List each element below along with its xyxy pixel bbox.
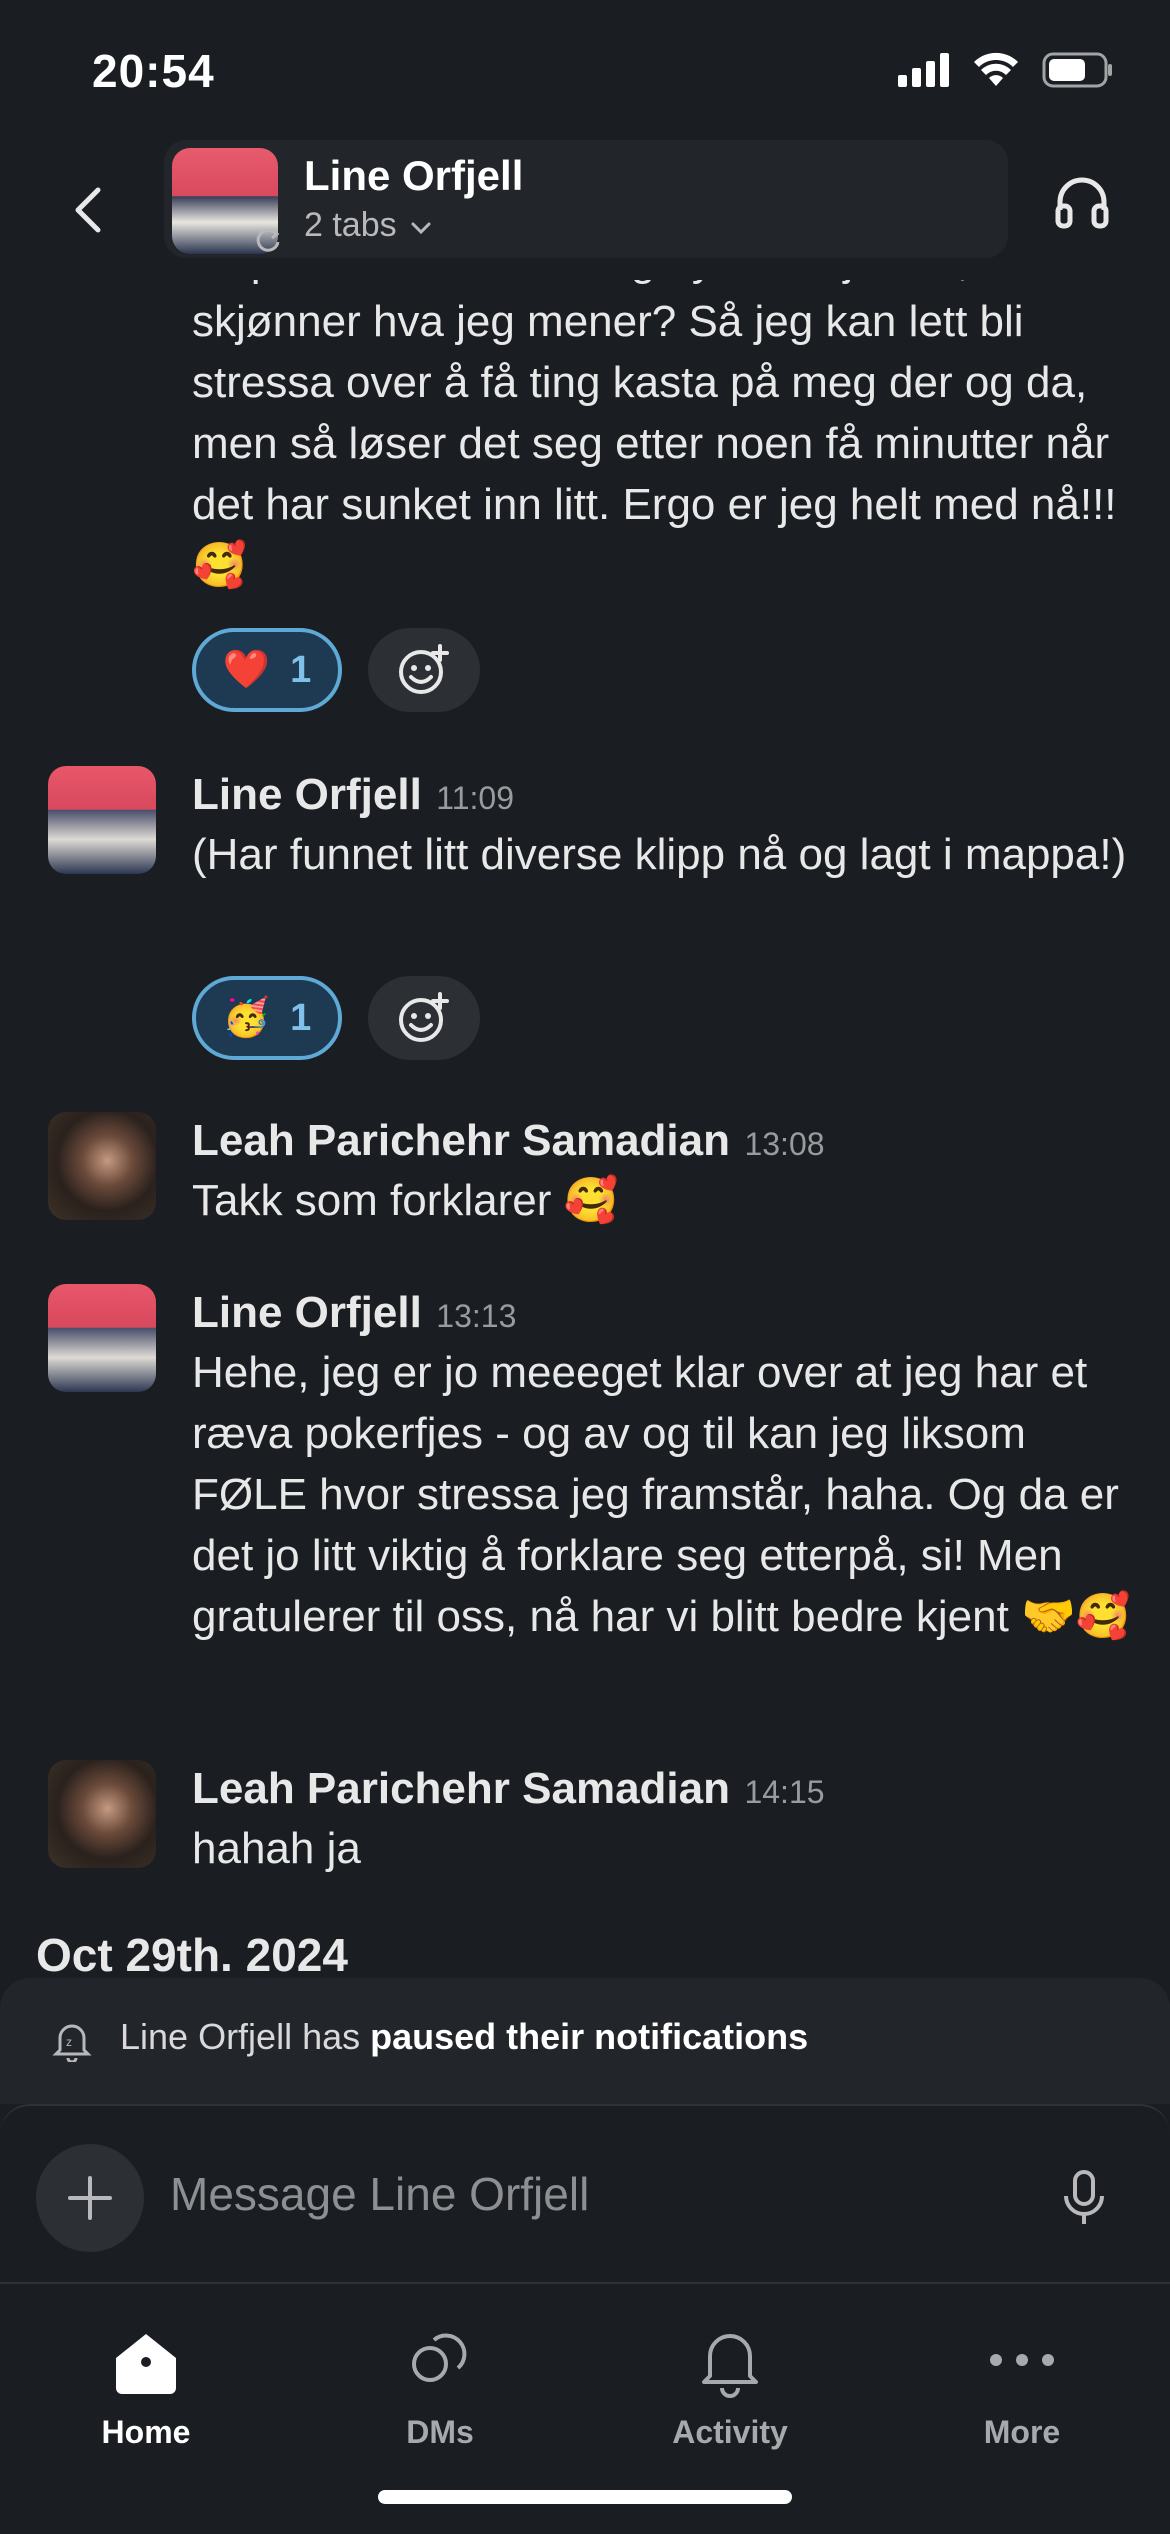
message-composer [0,2104,1170,2282]
tab-dms-label: DMs [406,2414,474,2450]
avatar[interactable] [48,1760,156,1868]
huddle-button[interactable] [1050,170,1114,234]
chat-bubbles-icon [412,2333,467,2382]
tab-dms[interactable]: DMs [330,2308,550,2458]
date-separator: Oct 29th. 2024 [36,1929,348,1981]
avatar[interactable] [48,1284,156,1392]
tab-home[interactable]: Home [36,2308,256,2458]
wifi-icon [974,52,1018,86]
reaction-count: 1 [290,996,312,1039]
plus-icon [68,2176,112,2220]
message-text: hahah ja [192,1824,361,1873]
message-timestamp: 13:13 [436,1298,517,1334]
reaction-emoji: ❤️ [222,649,271,691]
bell-icon [702,2334,758,2398]
message-author[interactable]: Line Orfjell [192,770,422,819]
message-timestamp: 11:09 [436,780,514,816]
avatar[interactable] [48,1112,156,1220]
reaction-count: 1 [290,648,312,691]
message-timestamp: 14:15 [744,1774,825,1810]
conversation-title: Line Orfjell [304,152,524,199]
tab-more[interactable]: More [912,2308,1132,2458]
attach-button[interactable] [36,2144,144,2252]
conversation-header: Line Orfjell 2 tabs [0,140,1170,280]
message-text: Takk som forklarer 🥰 [192,1176,619,1225]
status-icons [898,52,1114,88]
add-reaction-button[interactable] [368,976,480,1060]
voice-button[interactable] [1058,2168,1110,2228]
microphone-icon [1064,2170,1104,2224]
message-text: (Har funnet litt diverse klipp nå og lag… [192,830,1127,879]
tab-more-label: More [983,2414,1061,2450]
message-input[interactable] [168,2166,992,2222]
conversation-title-button[interactable]: Line Orfjell 2 tabs [164,140,1008,258]
message-timestamp: 13:08 [744,1126,825,1162]
message-author[interactable]: Line Orfjell [192,1288,422,1337]
add-emoji-icon [399,992,449,1042]
tab-activity-label: Activity [672,2414,788,2450]
back-button[interactable] [58,170,118,250]
more-dots-icon [990,2354,1054,2366]
sync-icon [256,228,280,252]
message-list[interactable]: tid på å "ta innover meg nye beskjeder",… [0,260,1170,1960]
paused-notifications-text: Line Orfjell has paused their notificati… [120,2016,808,2058]
signal-icon [898,53,949,87]
snooze-bell-icon: z [52,2024,92,2062]
status-time: 20:54 [92,45,215,97]
tab-activity[interactable]: Activity [620,2308,840,2458]
tabs-label: 2 tabs [304,206,397,244]
tab-home-label: Home [101,2414,191,2450]
headphones-icon [1055,177,1109,229]
paused-notifications-banner: z Line Orfjell has paused their notifica… [0,1978,1170,2104]
add-reaction-button[interactable] [368,628,480,712]
status-bar: 20:54 [0,0,1170,140]
paused-connector: has [292,2016,371,2057]
home-icon [116,2334,176,2394]
chevron-down-icon [411,222,431,235]
reaction-emoji: 🥳 [222,997,271,1039]
battery-icon [1042,52,1112,88]
reaction-row: 🥳 1 [192,976,480,1060]
home-indicator[interactable] [378,2490,792,2504]
message-author[interactable]: Leah Parichehr Samadian [192,1116,730,1165]
reaction-row: ❤️ 1 [192,628,480,712]
chevron-left-icon [75,187,101,233]
reaction-party[interactable]: 🥳 1 [192,976,342,1060]
avatar[interactable] [48,766,156,874]
paused-status: paused their notifications [370,2016,809,2057]
add-emoji-icon [399,644,449,694]
message-text: Hehe, jeg er jo meeeget klar over at jeg… [192,1348,1131,1641]
paused-user-name: Line Orfjell [120,2016,293,2057]
svg-text:z: z [66,2035,72,2049]
reaction-heart[interactable]: ❤️ 1 [192,628,342,712]
message-author[interactable]: Leah Parichehr Samadian [192,1764,730,1813]
tabs-dropdown[interactable]: 2 tabs [304,206,432,245]
message-continuation-text: tid på å "ta innover meg nye beskjeder",… [192,260,1121,590]
